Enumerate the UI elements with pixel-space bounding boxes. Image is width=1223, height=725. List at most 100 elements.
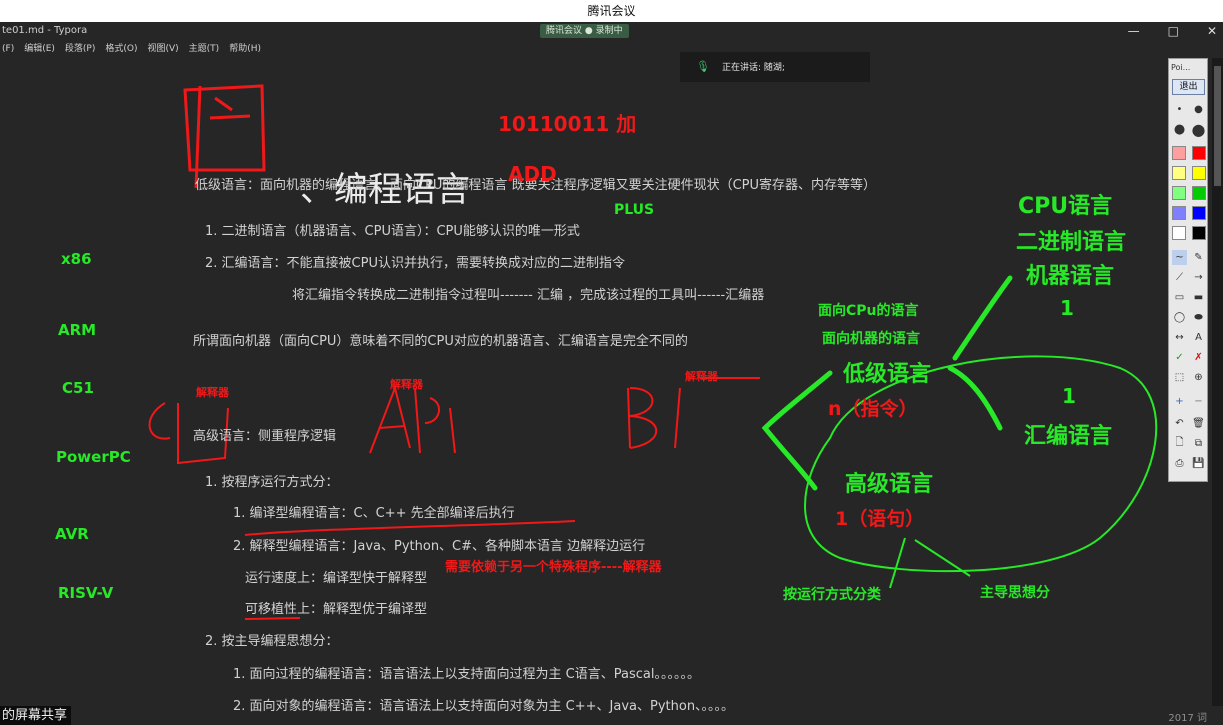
- paradigm-item-2: 2. 面向对象的编程语言：语言语法上以支持面向对象为主 C++、Java、Pyt…: [233, 699, 735, 714]
- copy-icon[interactable]: ⧉: [1191, 436, 1206, 451]
- select-region-icon[interactable]: ⬚: [1172, 370, 1187, 385]
- filled-rectangle-icon[interactable]: ▬: [1191, 290, 1206, 305]
- red-stroke-heading-box: [183, 84, 266, 189]
- speed-note: 运行速度上：编译型快于解释型: [245, 571, 428, 586]
- annotation-machine-facing: 面向机器的语言: [822, 331, 920, 347]
- color-swatch-blue[interactable]: [1192, 206, 1206, 220]
- exit-button[interactable]: 退出: [1172, 79, 1205, 95]
- close-button[interactable]: ✕: [1207, 24, 1217, 38]
- line-tool-icon[interactable]: ⟋: [1172, 270, 1187, 285]
- arch-avr: AVR: [55, 525, 89, 543]
- arch-x86: x86: [61, 250, 92, 268]
- arch-powerpc: PowerPC: [56, 448, 131, 466]
- meeting-title: 腾讯会议: [587, 4, 636, 18]
- run-item-1: 1. 编译型编程语言：C、C++ 先全部编译后执行: [233, 506, 515, 521]
- red-underline-interpreted: [244, 520, 576, 536]
- filled-ellipse-icon[interactable]: ⬬: [1191, 310, 1206, 325]
- menu-bar: (F) 编辑(E) 段落(P) 格式(O) 视图(V) 主题(T) 帮助(H): [0, 40, 702, 58]
- color-swatch-light-yellow[interactable]: [1172, 166, 1186, 180]
- annotation-one-statement: 1（语句）: [835, 508, 925, 530]
- annotation-interpreter-note: 需要依赖于另一个特殊程序----解释器: [445, 560, 662, 575]
- large-dot-icon[interactable]: ●: [1172, 122, 1187, 137]
- red-stroke-app: [369, 384, 456, 454]
- assembly-note: 将汇编指令转换成二进制指令过程叫------- 汇编 ，完成该过程的工具叫---…: [292, 288, 765, 303]
- red-underline-portability: [244, 617, 301, 620]
- annotation-low-level: 低级语言: [843, 362, 932, 387]
- green-connector-1: [889, 537, 906, 589]
- color-swatch-red[interactable]: [1192, 146, 1206, 160]
- arch-arm: ARM: [58, 321, 97, 339]
- freehand-pen-icon[interactable]: ~: [1172, 249, 1187, 265]
- green-ellipse: [804, 355, 1158, 573]
- menu-view[interactable]: 视图(V): [147, 40, 178, 58]
- machine-note: 所谓面向机器（面向CPU）意味着不同的CPU对应的机器语言、汇编语言是完全不同的: [193, 334, 688, 349]
- zoom-icon[interactable]: ⊕: [1191, 370, 1206, 385]
- menu-edit[interactable]: 编辑(E): [24, 40, 55, 58]
- check-mark-icon[interactable]: ✓: [1172, 350, 1187, 365]
- cross-mark-icon[interactable]: ✗: [1191, 350, 1206, 365]
- low-item-2: 2. 汇编语言：不能直接被CPU认识并执行，需要转换成对应的二进制指令: [205, 256, 625, 271]
- drawing-layer: [148, 84, 1158, 620]
- high-level-line: 高级语言：侧重程序逻辑: [193, 429, 337, 444]
- annotation-high-level: 高级语言: [845, 472, 934, 497]
- highlighter-icon[interactable]: ✎: [1191, 250, 1206, 265]
- color-swatch-green[interactable]: [1192, 186, 1206, 200]
- annotation-add: ADD: [508, 162, 557, 186]
- word-count: 2017 词: [1168, 713, 1207, 724]
- xlarge-dot-icon[interactable]: ●: [1191, 120, 1206, 139]
- by-paradigm-heading: 2. 按主导编程思想分：: [205, 634, 339, 649]
- menu-file[interactable]: (F): [2, 40, 14, 58]
- window-controls: — □ ✕: [1128, 24, 1217, 38]
- new-page-icon[interactable]: 🗋: [1172, 436, 1187, 451]
- green-stroke-2: [947, 365, 1003, 431]
- menu-theme[interactable]: 主题(T): [189, 40, 220, 58]
- text-tool-icon[interactable]: A: [1191, 330, 1206, 345]
- color-swatch-light-red[interactable]: [1172, 146, 1186, 160]
- menu-help[interactable]: 帮助(H): [229, 40, 261, 58]
- annotation-machine-language: 机器语言: [1026, 264, 1115, 289]
- annotation-assembly-language: 汇编语言: [1024, 424, 1113, 449]
- print-icon[interactable]: ⎙: [1172, 456, 1187, 471]
- arch-c51: C51: [62, 379, 94, 397]
- annotation-plus: PLUS: [614, 202, 655, 218]
- paradigm-item-1: 1. 面向过程的编程语言：语言语法上以支持面向过程为主 C语言、Pascal。。…: [233, 667, 700, 682]
- zoom-out-icon[interactable]: −: [1191, 394, 1206, 409]
- color-swatch-white[interactable]: [1172, 226, 1186, 240]
- scrollbar[interactable]: [1212, 58, 1223, 706]
- color-swatch-light-blue[interactable]: [1172, 206, 1186, 220]
- annotation-interpreter-2: 解释器: [390, 378, 423, 391]
- annotation-binary-add: 10110011 加: [498, 112, 637, 136]
- annotation-cpu-language: CPU语言: [1018, 194, 1113, 219]
- color-swatch-light-green[interactable]: [1172, 186, 1186, 200]
- document-area[interactable]: 、编程语言 低级语言：面向机器的编程语言、面向CPU的编程语言 既要关注程序逻辑…: [0, 58, 1165, 725]
- toolbar-title: Poi...: [1171, 63, 1191, 72]
- scrollbar-thumb[interactable]: [1214, 66, 1221, 186]
- minimize-button[interactable]: —: [1128, 24, 1140, 38]
- annotation-cpu-facing: 面向CPu的语言: [818, 303, 919, 319]
- meeting-title-bar: 腾讯会议: [0, 0, 1223, 22]
- arrow-tool-icon[interactable]: →: [1191, 270, 1206, 285]
- red-stroke-b: [627, 377, 760, 449]
- annotation-interpreter-3: 解释器: [685, 370, 718, 383]
- annotation-by-paradigm: 主导思想分: [980, 585, 1050, 601]
- color-swatch-black[interactable]: [1192, 226, 1206, 240]
- green-stroke-1: [952, 275, 1013, 361]
- rectangle-tool-icon[interactable]: ▭: [1172, 290, 1187, 305]
- save-icon[interactable]: 💾: [1191, 456, 1206, 471]
- low-item-1: 1. 二进制语言（机器语言、CPU语言）：CPU能够认识的唯一形式: [205, 224, 580, 239]
- arch-risv-v: RISV-V: [58, 584, 114, 602]
- maximize-button[interactable]: □: [1168, 24, 1179, 38]
- zoom-in-icon[interactable]: +: [1172, 394, 1187, 409]
- annotation-one-a: 1: [1060, 296, 1074, 320]
- recording-badge[interactable]: 腾讯会议 ● 录制中: [540, 24, 629, 38]
- medium-dot-icon[interactable]: ●: [1191, 102, 1206, 117]
- menu-format[interactable]: 格式(O): [105, 40, 137, 58]
- menu-paragraph[interactable]: 段落(P): [65, 40, 95, 58]
- trash-icon[interactable]: 🗑: [1191, 416, 1206, 431]
- green-brace: [761, 370, 833, 491]
- ellipse-tool-icon[interactable]: ◯: [1172, 310, 1187, 325]
- undo-icon[interactable]: ↶: [1172, 416, 1187, 431]
- color-swatch-yellow[interactable]: [1192, 166, 1206, 180]
- double-arrow-icon[interactable]: ↔: [1172, 330, 1187, 345]
- small-dot-icon[interactable]: •: [1172, 102, 1187, 117]
